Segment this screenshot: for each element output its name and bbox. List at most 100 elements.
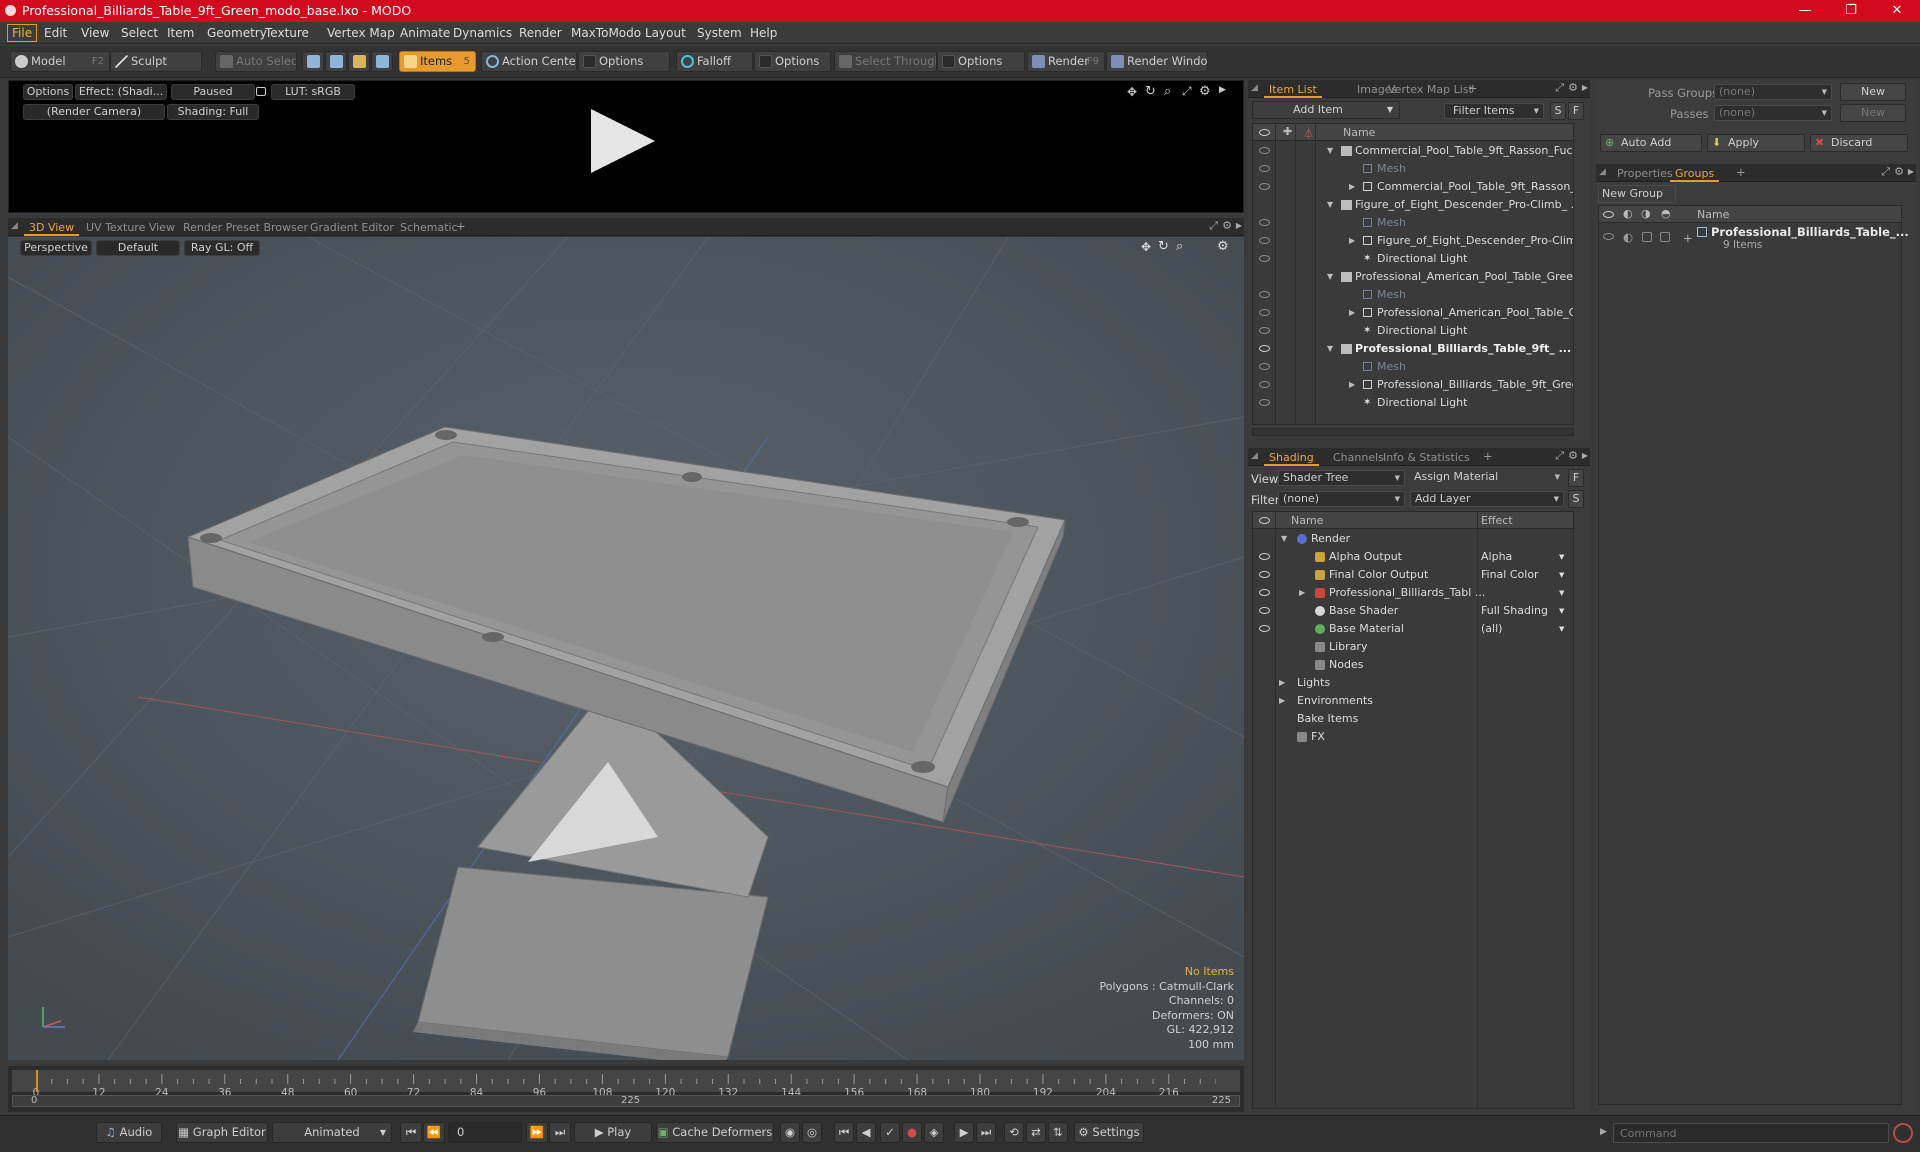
audio-button[interactable]: ♫ Audio: [96, 1122, 162, 1143]
step-back-button[interactable]: ◀: [856, 1122, 876, 1143]
visibility-eye-icon[interactable]: [1603, 233, 1614, 240]
expand-arrow-icon[interactable]: ▶: [1299, 584, 1305, 602]
expand-arrow-icon[interactable]: ▶: [1279, 692, 1285, 710]
menu-geometry[interactable]: Geometry: [207, 26, 267, 40]
loop-button[interactable]: ⟲: [1004, 1122, 1024, 1143]
play-icon[interactable]: [591, 109, 655, 173]
item-list-row[interactable]: ▼ Professional_American_Pool_Table_Gree..…: [1253, 268, 1573, 286]
panel-menu-icon[interactable]: ▶: [1582, 83, 1588, 92]
tab-uv-texture-view[interactable]: UV Texture View: [81, 220, 180, 236]
render-button[interactable]: Render F9: [1027, 51, 1105, 72]
item-list-row[interactable]: ✶ Directional Light: [1253, 250, 1573, 268]
visibility-icon[interactable]: [1259, 517, 1270, 524]
menu-help[interactable]: Help: [750, 26, 777, 40]
zoom-icon[interactable]: ⌕: [1164, 84, 1171, 99]
collapse-arrow-icon[interactable]: ▼: [1327, 196, 1333, 214]
goto-start-button[interactable]: ⏮: [400, 1122, 422, 1143]
menu-texture[interactable]: Texture: [265, 26, 309, 40]
auto-select-button[interactable]: Auto Select: [215, 51, 297, 72]
shading-s-button[interactable]: S: [1568, 490, 1584, 508]
new-pass-button[interactable]: New: [1840, 104, 1906, 122]
item-list-row[interactable]: Mesh: [1253, 214, 1573, 232]
goto-end-button[interactable]: ⏭: [549, 1122, 571, 1143]
discard-button[interactable]: ✖ Discard: [1810, 134, 1908, 152]
panel-grip-icon[interactable]: ◢: [1599, 167, 1606, 177]
panel-menu-icon[interactable]: ▶: [1908, 167, 1914, 176]
add-tab-icon[interactable]: +: [456, 219, 466, 233]
add-tab-icon[interactable]: +: [1736, 165, 1746, 179]
tab-vertex-map-list[interactable]: Vertex Map List: [1383, 82, 1478, 98]
expand-icon[interactable]: ⤢: [1182, 84, 1192, 99]
falloff-button[interactable]: Falloff: [676, 51, 753, 72]
item-list-scrollbar[interactable]: [1252, 428, 1574, 436]
render-column-icon[interactable]: ◐: [1623, 207, 1633, 220]
visibility-eye-icon[interactable]: [1259, 345, 1270, 352]
animated-dropdown[interactable]: Animated ▼: [272, 1122, 392, 1143]
falloff-options-button[interactable]: Options: [754, 51, 831, 72]
item-list-row[interactable]: ▼ Professional_Billiards_Table_9ft_ ...: [1253, 340, 1573, 358]
expand-arrow-icon[interactable]: ▶: [1349, 178, 1355, 196]
add-tab-icon[interactable]: +: [1483, 449, 1493, 463]
type-column-icon[interactable]: ⏃: [1303, 125, 1314, 141]
visibility-eye-icon[interactable]: [1259, 255, 1270, 262]
visibility-eye-icon[interactable]: [1259, 381, 1270, 388]
lock-column-icon[interactable]: ◑: [1641, 207, 1651, 220]
effect-column-header[interactable]: Effect: [1481, 514, 1513, 527]
maximize-panel-icon[interactable]: ⤢: [1881, 165, 1890, 179]
minimize-button[interactable]: —: [1782, 0, 1828, 22]
group-row[interactable]: ◐ + Professional_Billiards_Table_... 9 I…: [1599, 224, 1909, 254]
view-dropdown[interactable]: Shader Tree: [1278, 470, 1405, 486]
name-column-header[interactable]: Name: [1291, 514, 1323, 527]
lock-column-icon[interactable]: ✚: [1283, 125, 1292, 138]
rotate-view-icon[interactable]: ↻: [1158, 239, 1169, 254]
select-column-icon[interactable]: ◓: [1661, 207, 1671, 220]
move-icon[interactable]: ✥: [1127, 85, 1137, 99]
key-check-button[interactable]: ✓: [880, 1122, 900, 1143]
add-item-dropdown[interactable]: Add Item ▼: [1252, 101, 1400, 119]
visibility-eye-icon[interactable]: [1259, 237, 1270, 244]
shader-tree-row[interactable]: Base Material (all) ▼: [1253, 620, 1573, 638]
menu-view[interactable]: View: [81, 26, 109, 40]
item-list-row[interactable]: Mesh: [1253, 160, 1573, 178]
record-button[interactable]: ◉: [780, 1122, 800, 1143]
apply-button[interactable]: ⬇ Apply: [1707, 134, 1805, 152]
visibility-eye-icon[interactable]: [1259, 399, 1270, 406]
shader-tree-row[interactable]: ▶ Lights: [1253, 674, 1573, 692]
visibility-eye-icon[interactable]: [1259, 291, 1270, 298]
gear-icon[interactable]: ⚙: [1199, 84, 1211, 99]
tab-gradient-editor[interactable]: Gradient Editor: [305, 220, 399, 236]
collapse-arrow-icon[interactable]: ▼: [1327, 340, 1333, 358]
settings-button[interactable]: ⚙ Settings: [1074, 1122, 1144, 1143]
raygl-dropdown[interactable]: Ray GL: Off: [184, 240, 260, 256]
range-bar[interactable]: 0 225 225: [12, 1095, 1240, 1107]
filter-items-input[interactable]: Filter Items: [1444, 103, 1544, 119]
auto-add-button[interactable]: ⊕ Auto Add: [1600, 134, 1702, 152]
select-polygons-button[interactable]: [348, 51, 370, 72]
maximize-panel-icon[interactable]: ⤢: [1555, 449, 1564, 463]
filter-s-button[interactable]: S: [1550, 102, 1566, 120]
panel-arrow-icon[interactable]: ▶: [1219, 85, 1226, 95]
tab-info-statistics[interactable]: Info & Statistics: [1378, 450, 1475, 466]
menu-layout[interactable]: Layout: [645, 26, 686, 40]
shader-tree-row[interactable]: FX: [1253, 728, 1573, 746]
cache-deformers-button[interactable]: ▣ Cache Deformers: [656, 1122, 774, 1143]
visibility-eye-icon[interactable]: [1259, 219, 1270, 226]
preview-effect-dropdown[interactable]: Effect: (Shadi...: [75, 84, 167, 100]
tab-item-list[interactable]: Item List: [1264, 82, 1322, 98]
preview-paused-button[interactable]: Paused: [171, 84, 255, 100]
expand-arrow-icon[interactable]: ▶: [1279, 674, 1285, 692]
shader-tree-row[interactable]: Library: [1253, 638, 1573, 656]
model-mode-button[interactable]: Model F2: [10, 51, 110, 72]
item-list-row[interactable]: ▶ Commercial_Pool_Table_9ft_Rasson_ ...: [1253, 178, 1573, 196]
visibility-eye-icon[interactable]: [1259, 327, 1270, 334]
visibility-icon[interactable]: [1259, 129, 1270, 136]
panel-gear-icon[interactable]: ⚙: [1568, 81, 1578, 94]
expand-arrow-icon[interactable]: ▶: [1349, 232, 1355, 250]
3d-viewport[interactable]: Perspective Default Ray GL: Off ✥ ↻ ⌕ ⚙ …: [8, 237, 1244, 1060]
visibility-eye-icon[interactable]: [1259, 363, 1270, 370]
menu-file[interactable]: File: [7, 24, 38, 42]
perspective-dropdown[interactable]: Perspective: [20, 240, 92, 256]
timeline-playhead[interactable]: [36, 1070, 38, 1092]
graph-editor-button[interactable]: ▦ Graph Editor: [176, 1122, 268, 1143]
tab-shading[interactable]: Shading: [1264, 450, 1319, 466]
